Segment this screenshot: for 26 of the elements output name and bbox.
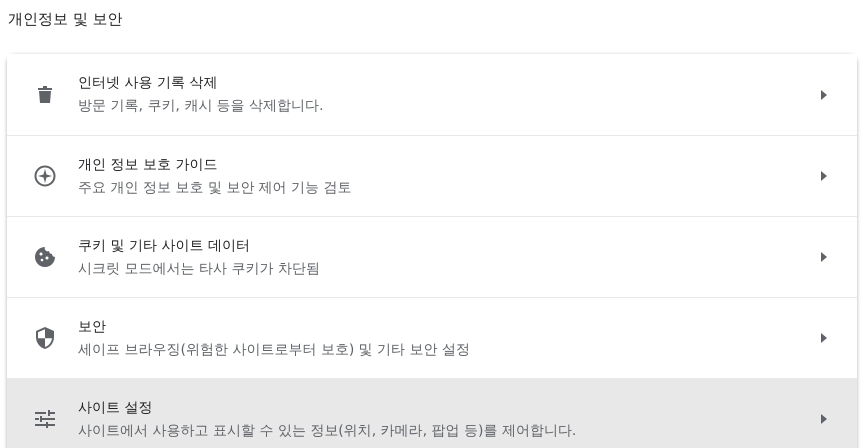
arrow-right-icon bbox=[821, 333, 827, 343]
shield-icon bbox=[36, 327, 54, 349]
arrow-right-icon bbox=[821, 90, 827, 100]
settings-row[interactable]: 인터넷 사용 기록 삭제 방문 기록, 쿠키, 캐시 등을 삭제합니다. bbox=[7, 54, 857, 135]
row-title: 인터넷 사용 기록 삭제 bbox=[78, 74, 218, 93]
row-title: 보안 bbox=[78, 318, 106, 336]
settings-row[interactable]: 보안 세이프 브라우징(위험한 사이트로부터 보호) 및 기타 보안 설정 bbox=[7, 297, 857, 378]
cookie-icon bbox=[35, 247, 55, 267]
row-subtitle: 주요 개인 정보 보호 및 보안 제어 기능 검토 bbox=[78, 178, 352, 198]
arrow-right-icon bbox=[821, 252, 827, 262]
arrow-right-icon bbox=[821, 414, 827, 424]
row-title: 쿠키 및 기타 사이트 데이터 bbox=[78, 236, 250, 256]
row-title: 사이트 설정 bbox=[78, 398, 152, 418]
section-title: 개인정보 및 보안 bbox=[8, 9, 124, 30]
row-subtitle: 방문 기록, 쿠키, 캐시 등을 삭제합니다. bbox=[78, 97, 324, 116]
trash-icon bbox=[38, 86, 52, 104]
arrow-right-icon bbox=[821, 171, 827, 181]
settings-row[interactable]: 사이트 설정 사이트에서 사용하고 표시할 수 있는 정보(위치, 카메라, 팝업 등)를 제어합니다. bbox=[7, 378, 857, 448]
compass-icon bbox=[34, 165, 56, 187]
row-subtitle: 세이프 브라우징(위험한 사이트로부터 보호) 및 기타 보안 설정 bbox=[78, 340, 470, 360]
sliders-icon bbox=[35, 410, 55, 428]
settings-row[interactable]: 개인 정보 보호 가이드 주요 개인 정보 보호 및 보안 제어 기능 검토 bbox=[7, 135, 857, 216]
row-title: 개인 정보 보호 가이드 bbox=[78, 156, 218, 174]
settings-row[interactable]: 쿠키 및 기타 사이트 데이터 시크릿 모드에서는 타사 쿠키가 차단됨 bbox=[7, 216, 857, 297]
row-subtitle: 사이트에서 사용하고 표시할 수 있는 정보(위치, 카메라, 팝업 등)를 제어합니다. bbox=[78, 422, 576, 440]
row-subtitle: 시크릿 모드에서는 타사 쿠키가 차단됨 bbox=[78, 260, 320, 278]
